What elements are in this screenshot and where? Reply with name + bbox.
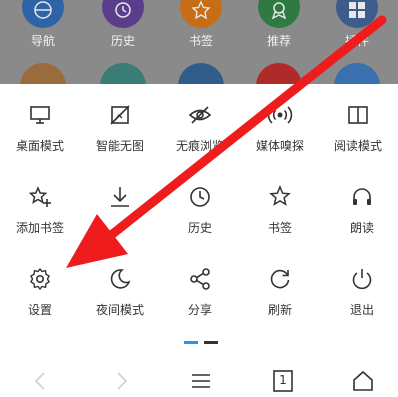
menu-item-label: 朗读 (349, 221, 374, 235)
gear-icon (30, 267, 50, 291)
menu-item-history[interactable]: 历史 (160, 184, 240, 236)
quick-link-bookmarks: 书签 (166, 0, 236, 49)
menu-item-media-sniff[interactable]: 媒体嗅探 (240, 102, 320, 154)
quick-link-label: 推荐 (266, 34, 291, 48)
quick-link-navigation: 导航 (8, 0, 78, 49)
menu-item-add-bookmark[interactable]: 添加书签 (0, 184, 80, 236)
menu-item-settings[interactable]: 设置 (0, 266, 80, 318)
quick-link-icon (334, 63, 380, 84)
page-indicator-active (184, 341, 198, 344)
menu-item-exit[interactable]: 退出 (322, 266, 398, 318)
menu-item-label: 书签 (267, 221, 292, 235)
menu-icon[interactable] (188, 368, 214, 394)
menu-item-no-image[interactable]: 智能无图 (80, 102, 160, 154)
forward-icon[interactable] (108, 368, 134, 394)
menu-item-label: 添加书签 (15, 221, 64, 235)
quick-link-icon (100, 63, 146, 84)
quick-link-icon (20, 63, 66, 84)
menu-item-label: 夜间模式 (95, 303, 144, 317)
menu-item-label: 桌面模式 (15, 139, 64, 153)
refresh-icon (270, 269, 290, 289)
menu-item-incognito[interactable]: 无痕浏览 (160, 102, 240, 154)
menu-item-label: 退出 (349, 303, 374, 317)
browser-menu-sheet: 桌面模式 智能无图 无痕浏览 媒体嗅探 阅读模式 添加书签 历史 书签 朗读 设… (0, 84, 398, 397)
menu-item-desktop-mode[interactable]: 桌面模式 (0, 102, 80, 154)
home-icon[interactable] (350, 368, 376, 394)
share-icon (190, 268, 210, 290)
tab-count: 1 (279, 373, 287, 387)
quick-link-plugins: 插件 (322, 0, 392, 49)
menu-item-reading-mode[interactable]: 阅读模式 (318, 102, 398, 154)
headphones-icon (353, 188, 371, 205)
globe-icon (22, 0, 64, 28)
bottom-navigation-bar: 1 (0, 360, 398, 397)
download-icon (111, 187, 129, 207)
incognito-eye-icon (188, 106, 212, 124)
tabs-button[interactable]: 1 (270, 368, 296, 394)
add-bookmark-icon (28, 186, 51, 207)
quick-link-label: 导航 (30, 34, 55, 48)
quick-link-history: 历史 (88, 0, 158, 49)
power-icon (352, 269, 372, 290)
menu-item-label: 智能无图 (95, 139, 144, 153)
moon-icon (110, 269, 131, 289)
quick-link-recommend: 推荐 (244, 0, 314, 49)
page-indicator-inactive (204, 341, 218, 344)
background-start-page: 导航 历史 书签 推荐 插件 (0, 0, 398, 84)
back-icon[interactable] (28, 368, 54, 394)
clock-icon (190, 187, 210, 207)
menu-item-label: 分享 (187, 303, 212, 317)
menu-item-label: 无痕浏览 (175, 139, 224, 153)
menu-item-label: 媒体嗅探 (255, 139, 304, 153)
menu-item-share[interactable]: 分享 (160, 266, 240, 318)
menu-item-bookmarks[interactable]: 书签 (240, 184, 320, 236)
quick-link-icon (178, 63, 224, 84)
menu-item-label: 阅读模式 (333, 139, 382, 153)
menu-item-refresh[interactable]: 刷新 (240, 266, 320, 318)
quick-link-label: 书签 (188, 34, 213, 48)
reading-mode-icon (348, 106, 368, 124)
menu-item-read-aloud[interactable]: 朗读 (322, 184, 398, 236)
no-image-icon (110, 105, 130, 125)
menu-item-night-mode[interactable]: 夜间模式 (80, 266, 160, 318)
bookmark-star-icon (269, 185, 291, 206)
menu-item-label: 历史 (187, 221, 212, 235)
quick-link-label: 历史 (110, 34, 135, 48)
menu-item-label: 设置 (27, 303, 52, 317)
menu-item-label: 刷新 (267, 303, 292, 317)
star-icon (180, 0, 222, 28)
badge-icon (258, 0, 300, 28)
history-clock-icon (102, 0, 144, 28)
media-sniff-icon (267, 106, 293, 124)
quick-link-icon (256, 63, 302, 84)
grid-icon (336, 0, 378, 28)
quick-link-label: 插件 (344, 34, 369, 48)
menu-item-download[interactable] (80, 184, 160, 219)
desktop-icon (30, 106, 50, 124)
